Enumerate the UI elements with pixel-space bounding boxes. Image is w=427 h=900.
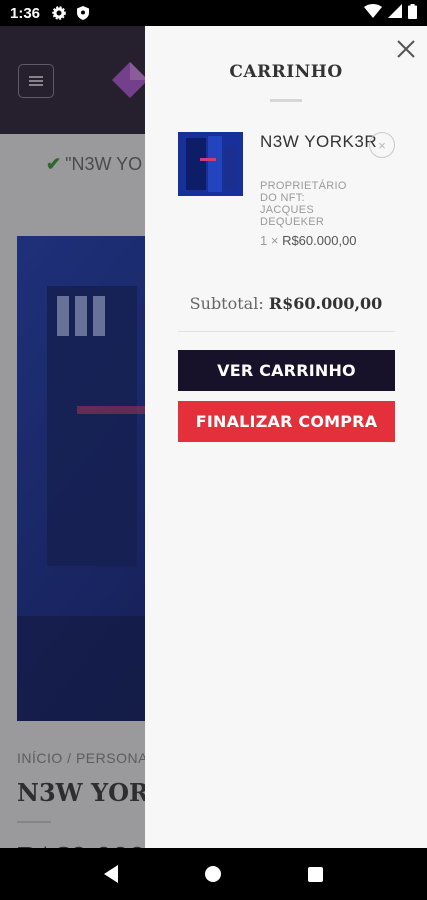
cart-item-price: R$60.000,00 — [282, 233, 357, 248]
cart-item-thumbnail[interactable] — [178, 132, 243, 196]
remove-icon[interactable]: × — [369, 132, 395, 158]
cart-subtotal: Subtotal: R$60.000,00 — [145, 294, 427, 313]
cart-item-owner: PROPRIETÁRIO DO NFT: JACQUES DEQUEKER — [260, 180, 347, 228]
close-icon[interactable] — [395, 38, 417, 60]
cart-item-quantity: 1 × — [260, 233, 279, 248]
back-icon[interactable] — [103, 865, 118, 883]
subtotal-label: Subtotal: — [189, 294, 264, 313]
battery-icon — [408, 3, 417, 23]
home-icon[interactable] — [204, 866, 221, 882]
wifi-icon — [364, 4, 382, 22]
cart-item-name[interactable]: N3W YORK3R — [260, 130, 380, 154]
subtotal-divider — [178, 331, 395, 332]
view-cart-button[interactable]: VER CARRINHO — [178, 350, 395, 391]
navigation-bar — [0, 848, 427, 900]
shield-icon — [74, 4, 92, 22]
recents-icon[interactable] — [308, 866, 324, 882]
cart-item-quantity-line: 1 × R$60.000,00 — [260, 233, 357, 248]
subtotal-value: R$60.000,00 — [268, 294, 383, 313]
cart-title: CARRINHO — [229, 62, 343, 82]
settings-icon — [50, 4, 68, 22]
signal-icon — [388, 4, 402, 22]
status-bar: 1:36 — [0, 0, 427, 26]
remove-symbol: × — [378, 137, 386, 153]
title-underline — [270, 99, 302, 102]
status-time: 1:36 — [10, 4, 41, 22]
checkout-button[interactable]: FINALIZAR COMPRA — [178, 401, 395, 442]
cart-drawer: CARRINHO N3W YORK3R × PROPRIETÁRIO DO NF… — [145, 26, 427, 848]
